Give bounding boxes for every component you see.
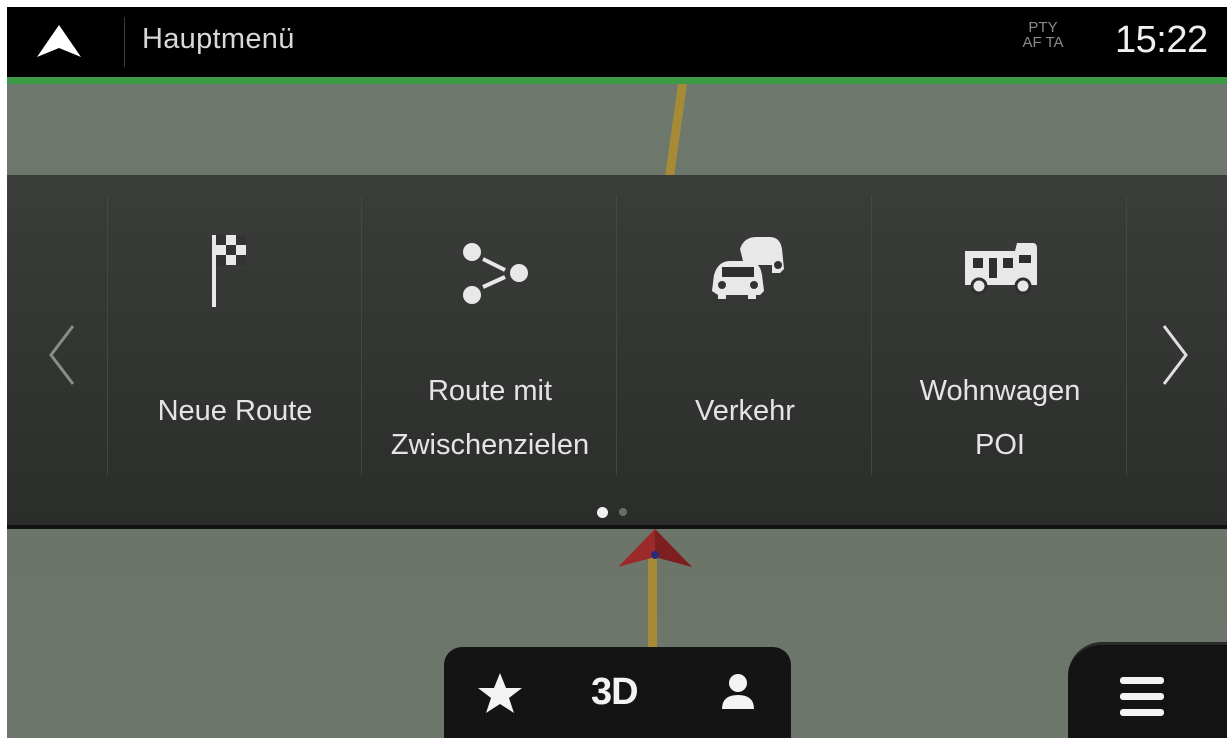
tile-divider: [871, 195, 872, 475]
clock: 15:22: [1115, 19, 1208, 61]
traffic-cars-icon: [712, 237, 784, 299]
view-mode-toggle[interactable]: 3D: [591, 671, 639, 721]
menu-tile-verkehr[interactable]: Verkehr: [618, 195, 872, 475]
menu-tile-label: Verkehr: [695, 395, 795, 427]
tile-divider: [1126, 195, 1127, 475]
menu-tile-label: Neue Route: [157, 395, 313, 427]
hamburger-menu-icon: [1120, 677, 1164, 716]
star-icon[interactable]: [474, 667, 526, 717]
tile-divider: [616, 195, 617, 475]
waypoints-icon: [463, 243, 528, 304]
menu-tile-label-line2: Zwischenzielen: [390, 429, 590, 461]
menu-tile-label-line1: Route mit: [427, 375, 553, 407]
rds-status: PTY AF TA: [1015, 20, 1071, 50]
menu-tile-wohnwagen-poi[interactable]: Wohnwagen POI: [873, 195, 1127, 475]
checkered-flag-icon: [212, 235, 246, 307]
tile-divider: [361, 195, 362, 475]
page-dot[interactable]: [619, 508, 627, 516]
position-marker-icon: [618, 529, 692, 567]
main-menu-panel: Neue Route Route mit Zwischenzielen Verk…: [7, 175, 1227, 527]
person-icon[interactable]: [716, 667, 760, 717]
rds-pty: PTY: [1028, 19, 1058, 36]
rds-af-ta: AF TA: [1022, 34, 1064, 51]
menu-tile-neue-route[interactable]: Neue Route: [108, 195, 362, 475]
quick-actions-bar: 3D: [444, 647, 791, 738]
route-line: [663, 84, 688, 184]
navigation-arrow-icon[interactable]: [35, 23, 83, 59]
menu-tile-label-line1: Wohnwagen: [919, 375, 1081, 407]
header-bar: Hauptmenü PTY AF TA 15:22: [7, 7, 1227, 77]
camper-van-icon: [965, 243, 1037, 295]
panel-bottom-border: [7, 525, 1227, 527]
menu-tile-route-mit-zwischenzielen[interactable]: Route mit Zwischenzielen: [363, 195, 617, 475]
header-divider: [124, 17, 125, 67]
main-menu-button[interactable]: [1068, 642, 1227, 738]
chevron-right-icon[interactable]: [1154, 320, 1194, 390]
chevron-left-icon[interactable]: [43, 320, 83, 390]
navigation-screen: Hauptmenü PTY AF TA 15:22 Neue Route Rou…: [7, 7, 1227, 738]
page-indicator: [597, 507, 637, 518]
page-title: Hauptmenü: [142, 23, 295, 55]
header-accent-line: [7, 77, 1227, 84]
menu-tile-label-line2: POI: [975, 429, 1025, 461]
page-dot-active[interactable]: [597, 507, 608, 518]
